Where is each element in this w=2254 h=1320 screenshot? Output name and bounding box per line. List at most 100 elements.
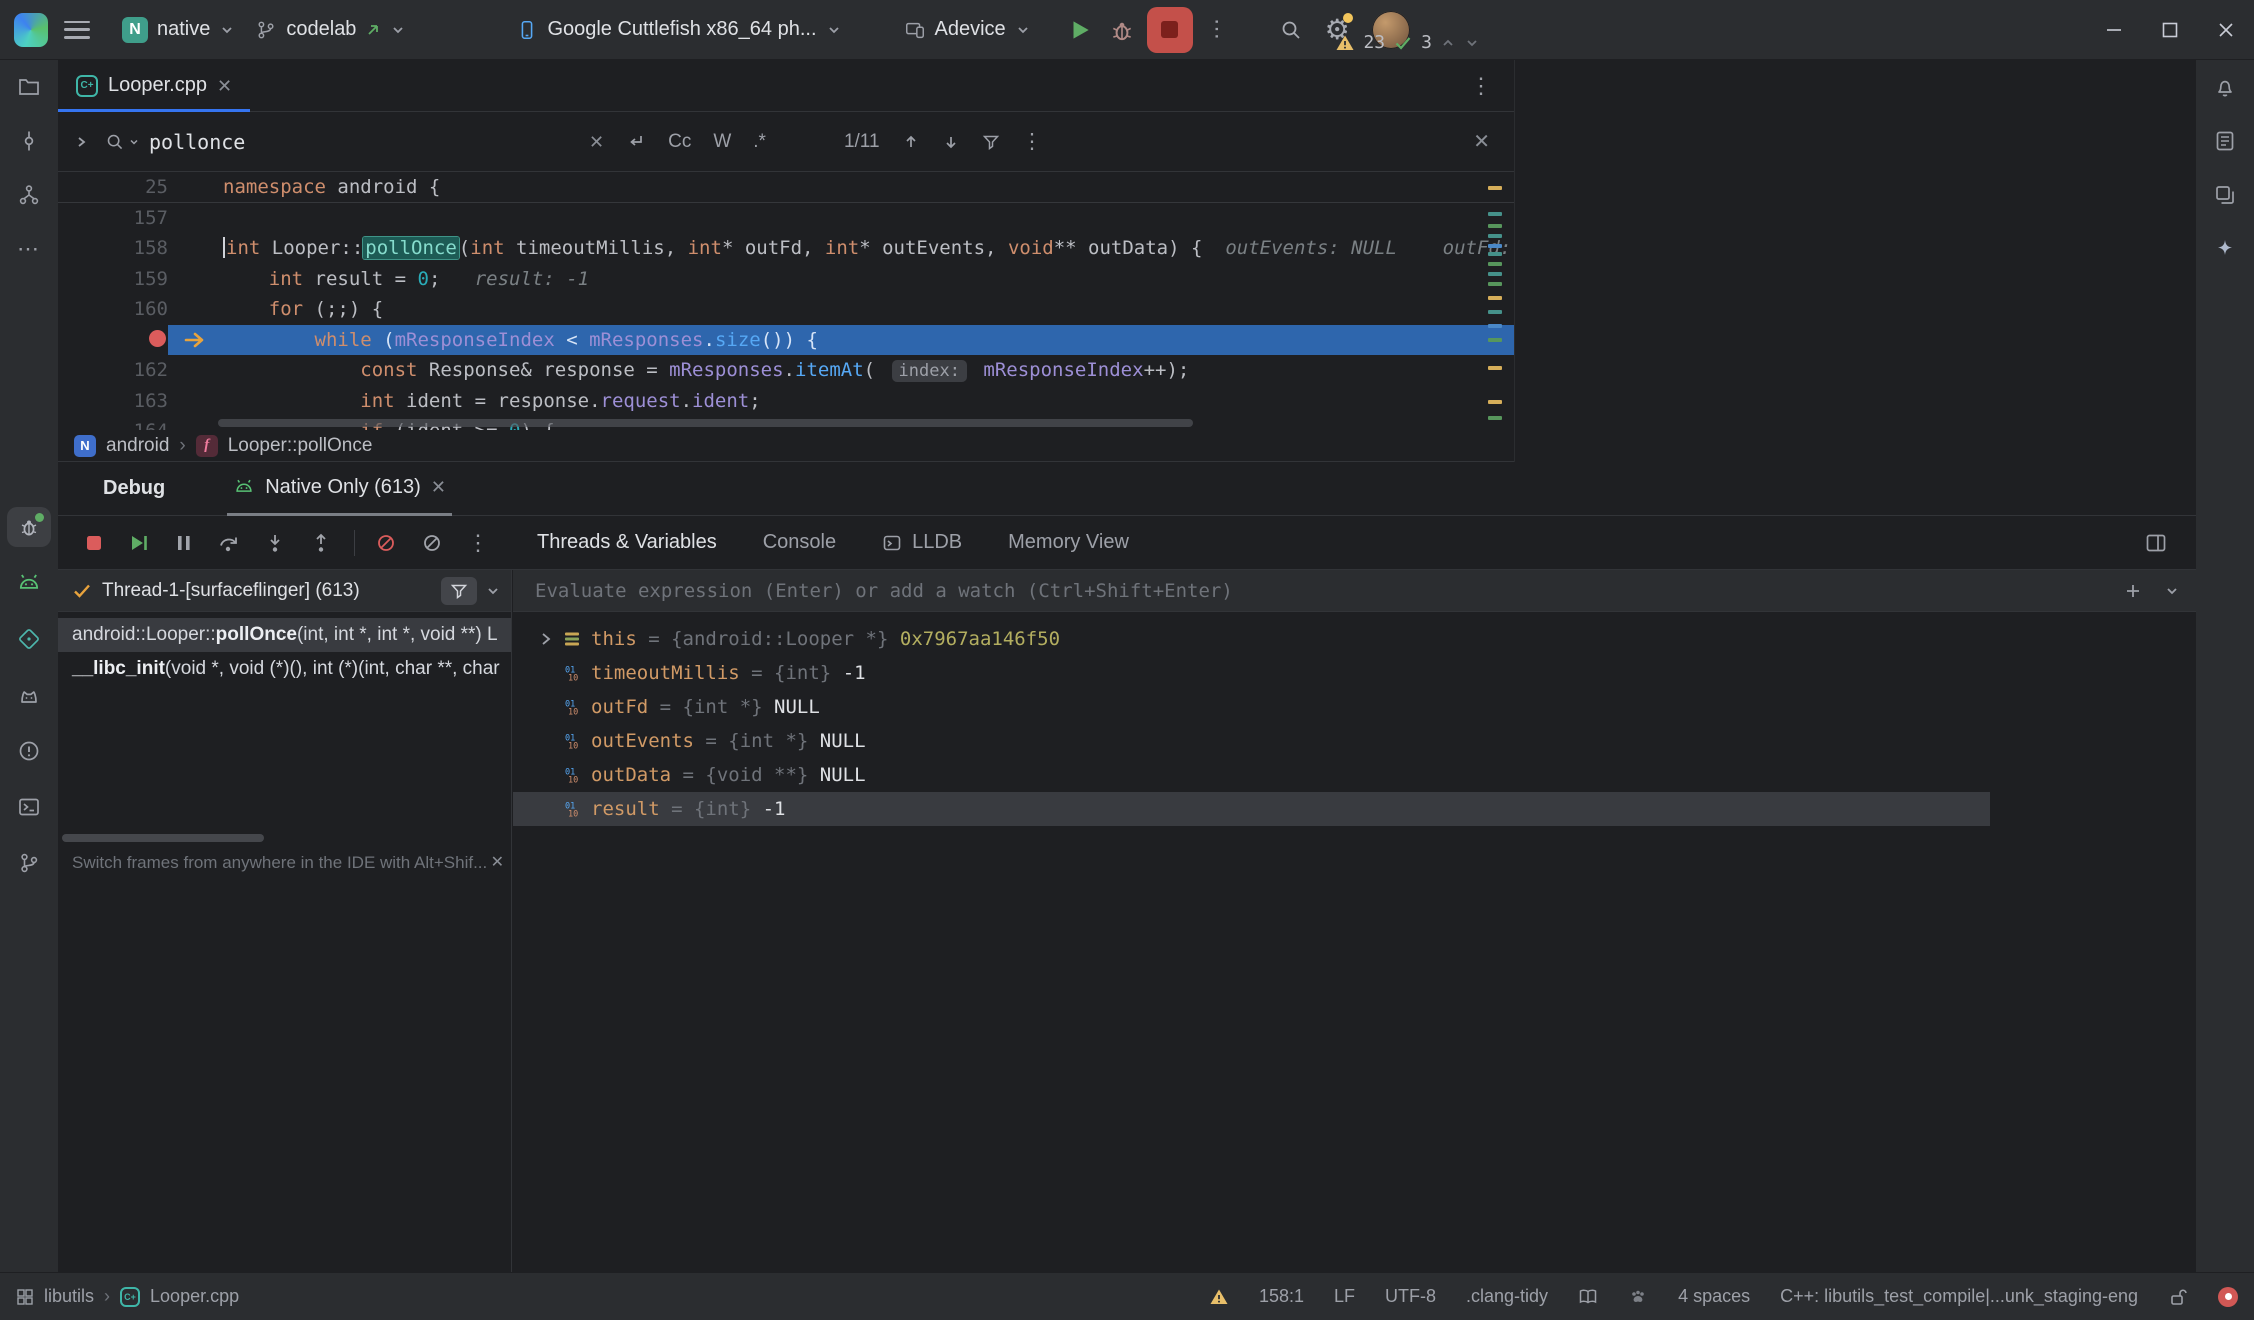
device-selector[interactable]: Google Cuttlefish x86_64 ph... bbox=[506, 10, 851, 50]
code-line[interactable]: 163 int ident = response.request.ident; bbox=[58, 386, 1514, 417]
debug-button[interactable] bbox=[1109, 17, 1135, 43]
add-watch-icon[interactable] bbox=[2124, 582, 2142, 600]
pause-button[interactable] bbox=[174, 533, 194, 553]
problems-tool-button[interactable] bbox=[7, 731, 51, 771]
code-line[interactable]: while (mResponseIndex < mResponses.size(… bbox=[58, 325, 1514, 356]
status-file[interactable]: Looper.cpp bbox=[150, 1286, 239, 1307]
tab-threads-variables[interactable]: Threads & Variables bbox=[537, 531, 717, 554]
reader-mode-icon[interactable] bbox=[1578, 1287, 1598, 1307]
code-line[interactable]: 160 for (;;) { bbox=[58, 294, 1514, 325]
variable-row[interactable]: 0110outFd = {int *} NULL bbox=[513, 690, 2196, 724]
next-match-button[interactable] bbox=[942, 133, 960, 151]
chevron-down-icon[interactable] bbox=[485, 583, 501, 599]
run-button[interactable] bbox=[1067, 17, 1093, 43]
caret-position[interactable]: 158:1 bbox=[1259, 1286, 1304, 1307]
status-project[interactable]: libutils bbox=[44, 1286, 94, 1307]
code-line[interactable]: 158int Looper::pollOnce(int timeoutMilli… bbox=[58, 233, 1514, 264]
layers-tool-button[interactable] bbox=[2203, 175, 2247, 215]
find-options-kebab[interactable]: ⋮ bbox=[1022, 129, 1043, 154]
editor-scroll-marks[interactable] bbox=[1484, 172, 1514, 430]
debug-options-kebab[interactable]: ⋮ bbox=[467, 532, 489, 554]
minimize-button[interactable] bbox=[2086, 0, 2142, 60]
more-tool-windows-button[interactable]: ⋯ bbox=[7, 229, 51, 269]
tab-console[interactable]: Console bbox=[763, 531, 836, 554]
regex-toggle[interactable]: .* bbox=[753, 131, 766, 153]
expand-replace-chevron[interactable] bbox=[58, 134, 104, 150]
tab-lldb[interactable]: LLDB bbox=[882, 531, 962, 554]
error-notification-badge[interactable] bbox=[2218, 1287, 2238, 1307]
indent-setting[interactable]: 4 spaces bbox=[1678, 1286, 1750, 1307]
warning-triangle-icon[interactable] bbox=[1209, 1287, 1229, 1307]
code-line[interactable]: 25namespace android { bbox=[58, 172, 1514, 203]
running-devices-tool-button[interactable] bbox=[7, 563, 51, 603]
close-button[interactable] bbox=[2198, 0, 2254, 60]
mute-breakpoints-button[interactable] bbox=[375, 532, 397, 554]
line-number[interactable]: 160 bbox=[58, 294, 168, 325]
commit-tool-button[interactable] bbox=[7, 121, 51, 161]
linter-status[interactable]: .clang-tidy bbox=[1466, 1286, 1548, 1307]
line-number[interactable]: 164 bbox=[58, 416, 168, 430]
close-session-icon[interactable]: ✕ bbox=[431, 478, 446, 496]
file-encoding[interactable]: UTF-8 bbox=[1385, 1286, 1436, 1307]
stack-frame[interactable]: android::Looper::pollOnce(int, int *, in… bbox=[58, 618, 511, 652]
line-ending[interactable]: LF bbox=[1334, 1286, 1355, 1307]
close-tab-icon[interactable]: ✕ bbox=[217, 77, 232, 95]
close-find-bar-icon[interactable]: ✕ bbox=[1473, 133, 1490, 151]
variable-row[interactable]: 0110outData = {void **} NULL bbox=[513, 758, 2196, 792]
frames-scrollbar[interactable] bbox=[62, 834, 264, 842]
notifications-tool-button[interactable] bbox=[2203, 67, 2247, 107]
step-into-button[interactable] bbox=[264, 532, 286, 554]
code-line[interactable]: 159 int result = 0; result: -1 bbox=[58, 264, 1514, 295]
inspections-widget[interactable]: 23 3 bbox=[1335, 32, 1480, 53]
horizontal-scrollbar[interactable] bbox=[218, 419, 1193, 427]
tab-looper-cpp[interactable]: C+ Looper.cpp ✕ bbox=[58, 60, 250, 112]
more-actions-button[interactable]: ⋯ bbox=[1204, 18, 1230, 42]
device-explorer-tool-button[interactable] bbox=[2203, 121, 2247, 161]
filter-search-icon[interactable] bbox=[982, 133, 1000, 151]
prev-match-button[interactable] bbox=[902, 133, 920, 151]
filter-frames-button[interactable] bbox=[441, 577, 477, 605]
match-case-toggle[interactable]: Cc bbox=[668, 131, 691, 153]
code-line[interactable]: 162 const Response& response = mResponse… bbox=[58, 355, 1514, 386]
debug-tool-button[interactable] bbox=[7, 507, 51, 547]
code-editor[interactable]: 25namespace android { 157158int Looper::… bbox=[58, 172, 1514, 430]
view-breakpoints-button[interactable] bbox=[421, 532, 443, 554]
chevron-right-icon[interactable] bbox=[537, 630, 555, 648]
project-selector[interactable]: N native bbox=[112, 10, 245, 50]
gemini-tool-button[interactable] bbox=[2203, 229, 2247, 269]
stack-frame[interactable]: __libc_init(void *, void (*)(), int (*)(… bbox=[58, 652, 511, 686]
breadcrumb-namespace[interactable]: android bbox=[106, 435, 169, 457]
paw-icon[interactable] bbox=[1628, 1287, 1648, 1307]
terminal-tool-button[interactable] bbox=[7, 787, 51, 827]
debug-session-tab[interactable]: Native Only (613) ✕ bbox=[227, 462, 452, 516]
line-number[interactable]: 25 bbox=[58, 172, 168, 203]
line-number[interactable]: 162 bbox=[58, 355, 168, 386]
stop-button[interactable] bbox=[1147, 7, 1193, 53]
code-line[interactable]: 157 bbox=[58, 203, 1514, 234]
run-config-selector[interactable]: Adevice bbox=[894, 10, 1041, 50]
dismiss-hint-icon[interactable]: ✕ bbox=[491, 854, 504, 872]
breakpoint-icon[interactable] bbox=[149, 330, 166, 347]
line-number[interactable]: 159 bbox=[58, 264, 168, 295]
structure-tool-button[interactable] bbox=[7, 175, 51, 215]
project-tool-button[interactable] bbox=[7, 67, 51, 107]
version-control-tool-button[interactable] bbox=[7, 843, 51, 883]
chevron-down-icon[interactable] bbox=[1464, 35, 1480, 51]
resume-button[interactable] bbox=[128, 532, 150, 554]
app-inspection-tool-button[interactable] bbox=[7, 619, 51, 659]
line-number[interactable]: 157 bbox=[58, 203, 168, 234]
variable-row[interactable]: 0110outEvents = {int *} NULL bbox=[513, 724, 2196, 758]
layout-settings-button[interactable] bbox=[2144, 531, 2168, 555]
main-menu-button[interactable] bbox=[64, 21, 90, 39]
search-everywhere-button[interactable] bbox=[1279, 18, 1303, 42]
step-over-button[interactable] bbox=[218, 532, 240, 554]
evaluate-expression-bar[interactable]: Evaluate expression (Enter) or add a wat… bbox=[513, 570, 2196, 612]
variable-row[interactable]: 0110timeoutMillis = {int} -1 bbox=[513, 656, 2196, 690]
stop-process-button[interactable] bbox=[84, 533, 104, 553]
tab-memory-view[interactable]: Memory View bbox=[1008, 531, 1129, 554]
breadcrumb-function[interactable]: Looper::pollOnce bbox=[228, 435, 373, 457]
tab-options-kebab[interactable]: ⋮ bbox=[1470, 73, 1492, 99]
branch-selector[interactable]: codelab bbox=[245, 10, 416, 50]
line-number[interactable]: 163 bbox=[58, 386, 168, 417]
line-number[interactable]: 158 bbox=[58, 233, 168, 264]
